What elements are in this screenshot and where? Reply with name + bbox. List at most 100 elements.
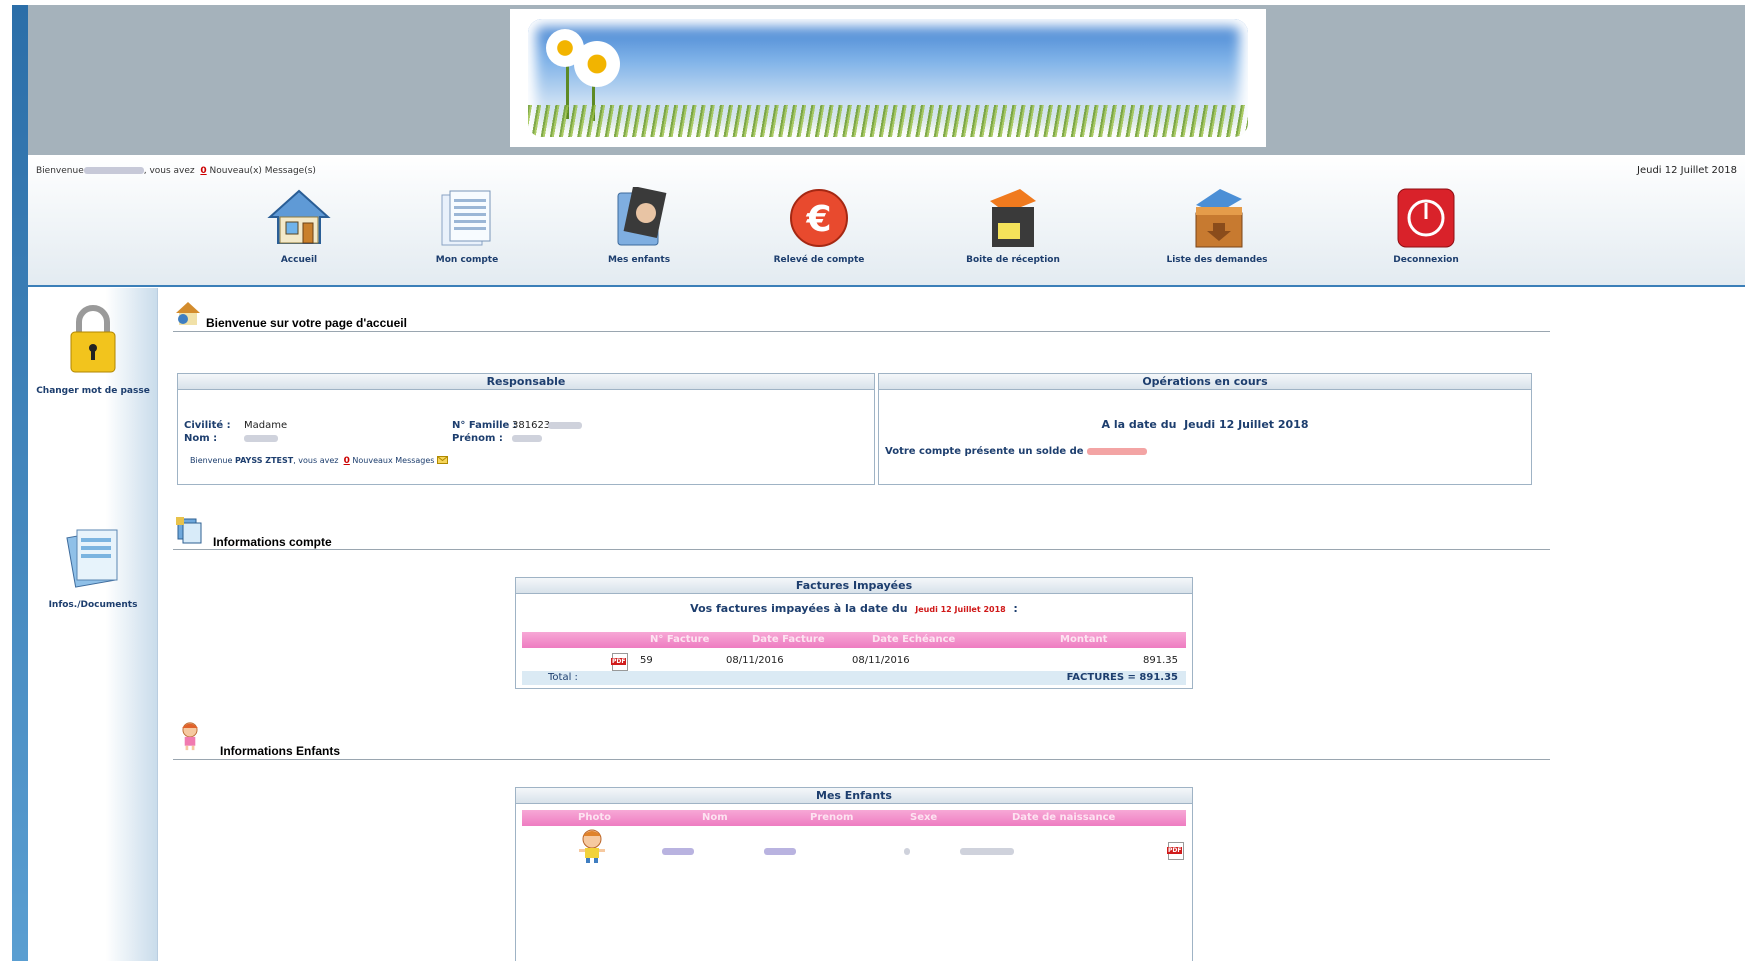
operations-date-line: A la date du Jeudi 12 Juillet 2018 xyxy=(879,418,1531,431)
solde-text: Votre compte présente un solde de xyxy=(885,446,1084,457)
inbox-icon xyxy=(980,187,1046,249)
col-prenom: Prenom xyxy=(810,812,854,823)
nom-label: Nom : xyxy=(184,433,218,444)
factures-heading: Factures Impayées xyxy=(516,578,1192,594)
svg-text:€: € xyxy=(805,199,831,240)
factures-subtitle-line: Vos factures impayées à la date du Jeudi… xyxy=(516,602,1192,615)
app-frame: Bienvenue , vous avez 0 Nouveau(x) Messag… xyxy=(28,5,1745,961)
left-accent-stripe xyxy=(12,5,28,961)
responsable-welcome-prefix: Bienvenue xyxy=(190,456,233,465)
responsable-welcome-mid: , vous avez xyxy=(293,456,339,465)
account-info-icon xyxy=(176,517,202,544)
row-num: 59 xyxy=(640,655,653,666)
nav-mes-enfants-label: Mes enfants xyxy=(607,255,671,265)
nav-liste-demandes[interactable]: Liste des demandes xyxy=(1142,187,1292,265)
operations-panel: Opérations en cours A la date du Jeudi 1… xyxy=(878,373,1532,485)
factures-subtitle: Vos factures impayées à la date du xyxy=(690,602,908,615)
child-photo-icon xyxy=(606,185,672,249)
responsable-messages-count-link[interactable]: 0 xyxy=(344,456,350,466)
total-value: FACTURES = 891.35 xyxy=(1066,672,1178,683)
account-section-title: Informations compte xyxy=(213,535,332,549)
top-navigation-bar: Bienvenue , vous avez 0 Nouveau(x) Messag… xyxy=(28,155,1745,287)
nav-mon-compte[interactable]: Mon compte xyxy=(392,187,542,265)
daisy-flower xyxy=(574,41,620,87)
civilite-value: Madame xyxy=(244,420,288,431)
famille-label: N° Famille : xyxy=(452,420,517,431)
operations-heading: Opérations en cours xyxy=(879,374,1531,390)
col-montant: Montant xyxy=(1060,634,1108,645)
nav-mes-enfants[interactable]: Mes enfants xyxy=(564,185,714,265)
child-cartoon-icon xyxy=(182,722,198,751)
responsable-welcome-name: PAYSS ZTEST xyxy=(234,456,294,465)
col-num-facture: N° Facture xyxy=(650,634,710,645)
factures-colon: : xyxy=(1013,602,1018,615)
header-welcome-line: Bienvenue , vous avez 0 Nouveau(x) Messag… xyxy=(36,166,316,176)
power-icon xyxy=(1393,187,1459,249)
factures-total-row: Total : FACTURES = 891.35 xyxy=(522,671,1186,685)
sidebar: Changer mot de passe Infos./Documents xyxy=(28,288,158,961)
header-date: Jeudi 12 Juillet 2018 xyxy=(1637,165,1737,176)
sidebar-change-password[interactable]: Changer mot de passe xyxy=(28,302,158,396)
redacted-child-sexe xyxy=(904,848,910,855)
factures-date: Jeudi 12 Juillet 2018 xyxy=(915,605,1006,614)
banner-image xyxy=(510,9,1266,147)
redacted-nom xyxy=(244,435,278,442)
row-date-facture: 08/11/2016 xyxy=(726,655,784,666)
header-banner-area xyxy=(28,5,1745,155)
redacted-user-name xyxy=(83,167,144,174)
pdf-icon[interactable] xyxy=(611,653,628,671)
civilite-label: Civilité : xyxy=(184,420,231,431)
nav-boite-reception-label: Boite de réception xyxy=(966,255,1060,265)
nav-accueil[interactable]: Accueil xyxy=(224,187,374,265)
padlock-icon xyxy=(70,305,116,373)
enfants-heading: Mes Enfants xyxy=(516,788,1192,804)
sidebar-infos-documents[interactable]: Infos./Documents xyxy=(28,524,158,610)
col-nom: Nom xyxy=(702,812,728,823)
row-date-echeance: 08/11/2016 xyxy=(852,655,910,666)
section-divider xyxy=(173,759,1550,760)
responsable-panel: Responsable Civilité : Madame Nom : N° F… xyxy=(177,373,875,485)
banner-sky xyxy=(528,19,1248,137)
pdf-icon[interactable] xyxy=(1167,842,1184,860)
nav-mon-compte-label: Mon compte xyxy=(435,255,499,265)
sidebar-infos-documents-label: Infos./Documents xyxy=(48,600,138,610)
enfants-panel: Mes Enfants Photo Nom Prenom Sexe Date d… xyxy=(515,787,1193,961)
welcome-prefix: Bienvenue xyxy=(36,166,84,176)
col-sexe: Sexe xyxy=(910,812,938,823)
col-date-facture: Date Facture xyxy=(752,634,825,645)
total-label: Total : xyxy=(548,672,578,683)
welcome-section-title: Bienvenue sur votre page d'accueil xyxy=(206,316,407,330)
redacted-prenom xyxy=(512,435,542,442)
nav-accueil-label: Accueil xyxy=(280,255,318,265)
section-divider xyxy=(173,331,1550,332)
operations-solde-line: Votre compte présente un solde de xyxy=(885,446,1148,457)
nav-deconnexion[interactable]: Deconnexion xyxy=(1351,187,1501,265)
redacted-child-prenom xyxy=(764,848,796,855)
euro-icon: € xyxy=(786,187,852,249)
envelope-icon[interactable] xyxy=(437,456,449,464)
redacted-child-birthdate xyxy=(960,848,1014,855)
responsable-welcome-line: Bienvenue PAYSS ZTEST, vous avez 0 Nouve… xyxy=(190,456,449,466)
prenom-label: Prénom : xyxy=(452,433,503,444)
child-avatar-icon xyxy=(579,829,605,863)
factures-panel: Factures Impayées Vos factures impayées … xyxy=(515,577,1193,689)
operations-date: Jeudi 12 Juillet 2018 xyxy=(1184,418,1309,431)
documents-icon xyxy=(66,529,118,588)
section-divider xyxy=(173,549,1550,550)
nav-liste-demandes-label: Liste des demandes xyxy=(1166,255,1268,265)
famille-value: 381623 xyxy=(512,420,551,431)
new-messages-text: Nouveau(x) Message(s) xyxy=(209,166,316,176)
redacted-child-nom xyxy=(662,848,694,855)
col-date-naissance: Date de naissance xyxy=(1012,812,1116,823)
row-montant: 891.35 xyxy=(1143,655,1178,666)
responsable-messages-suffix: Nouveaux Messages xyxy=(352,456,435,465)
grass xyxy=(528,105,1248,137)
page: Bienvenue , vous avez 0 Nouveau(x) Messag… xyxy=(0,0,1745,961)
col-date-echeance: Date Echéance xyxy=(872,634,956,645)
nav-boite-reception[interactable]: Boite de réception xyxy=(938,187,1088,265)
new-messages-count-link[interactable]: 0 xyxy=(200,166,206,176)
enfants-table-header: Photo Nom Prenom Sexe Date de naissance xyxy=(522,810,1186,826)
nav-releve-compte[interactable]: € Relevé de compte xyxy=(744,187,894,265)
welcome-mid: , vous avez xyxy=(143,166,195,176)
col-photo: Photo xyxy=(578,812,611,823)
